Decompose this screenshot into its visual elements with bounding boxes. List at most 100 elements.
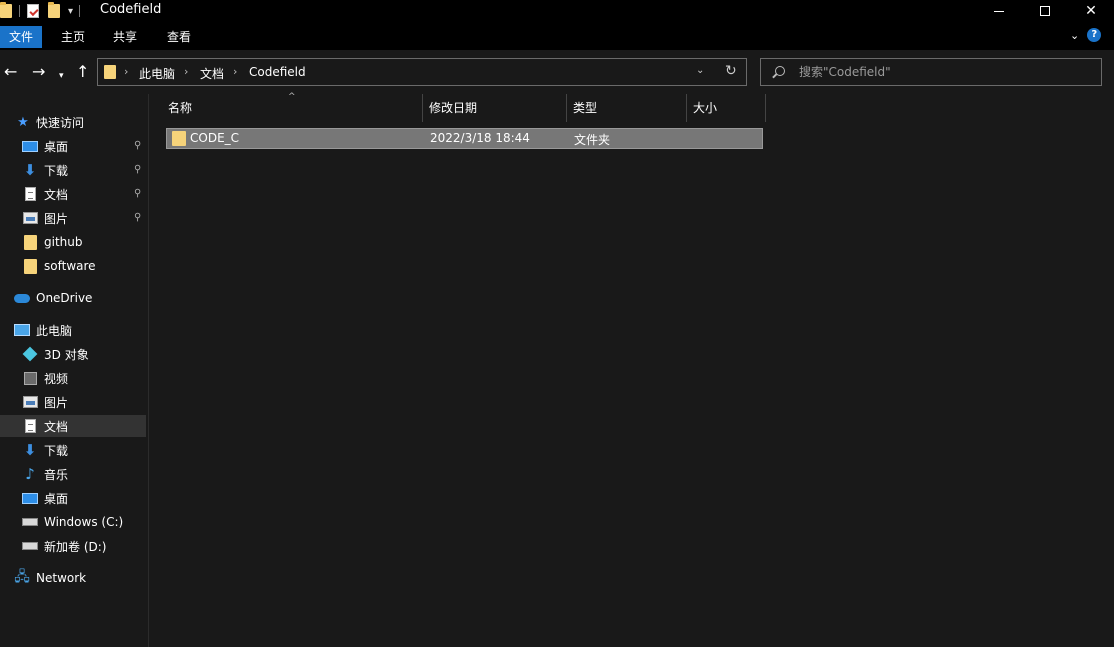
close-button[interactable]: ✕ <box>1068 0 1114 22</box>
sidebar-item-github[interactable]: github <box>0 231 146 253</box>
file-name[interactable]: CODE_C <box>190 131 239 145</box>
address-bar[interactable]: › 此电脑 › 文档 › Codefield ⌄ ↻ <box>97 58 747 86</box>
file-modified: 2022/3/18 18:44 <box>430 131 530 145</box>
title-bar: ▾ Codefield ✕ <box>0 0 1114 22</box>
toolbar-separator <box>19 5 20 17</box>
column-header-size[interactable]: 大小 <box>687 94 765 122</box>
download-icon: ⬇ <box>23 161 37 179</box>
breadcrumb-documents[interactable]: 文档 <box>200 65 224 82</box>
sidebar-item-label: 下载 <box>44 443 69 458</box>
sidebar-item-label: 3D 对象 <box>44 347 89 362</box>
sidebar-item-label: 桌面 <box>44 491 69 506</box>
tab-home[interactable]: 主页 <box>54 26 92 48</box>
document-icon <box>24 419 36 433</box>
close-icon: ✕ <box>1085 3 1097 19</box>
refresh-icon[interactable]: ↻ <box>725 63 737 79</box>
onedrive-cloud-icon <box>14 293 30 303</box>
sidebar-item-documents[interactable]: 文档 ⚲ <box>0 183 146 205</box>
sidebar-item-videos[interactable]: 视频 <box>0 367 146 389</box>
ribbon-tabs: 文件 主页 共享 查看 ⌄ ? <box>0 22 1114 50</box>
column-header-type[interactable]: 类型 <box>567 94 687 122</box>
sidebar-item-desktop[interactable]: 桌面 ⚲ <box>0 135 146 157</box>
sidebar-item-onedrive[interactable]: OneDrive <box>0 287 146 309</box>
drive-icon <box>22 542 38 550</box>
properties-icon[interactable] <box>27 4 39 18</box>
breadcrumb-separator-icon[interactable]: › <box>124 65 128 78</box>
minimize-icon <box>994 10 1004 12</box>
star-icon: ★ <box>17 114 29 130</box>
pane-divider[interactable] <box>148 94 149 647</box>
customize-toolbar-chevron-icon[interactable]: ▾ <box>68 6 73 17</box>
3d-objects-icon <box>22 346 38 362</box>
sidebar-item-documents-pc[interactable]: 文档 <box>0 415 146 437</box>
music-icon: ♪ <box>25 465 35 483</box>
desktop-icon <box>22 492 38 504</box>
pin-icon[interactable]: ⚲ <box>134 140 141 151</box>
sidebar-item-label: 音乐 <box>44 467 69 482</box>
window-title: Codefield <box>100 2 162 17</box>
column-header-name[interactable]: 名称 <box>162 94 422 122</box>
sidebar-item-label: 图片 <box>44 211 69 226</box>
file-list: ^ 名称 修改日期 类型 大小 CODE_C 2022/3/18 18:44 文… <box>150 92 1114 647</box>
new-folder-icon[interactable] <box>48 2 60 18</box>
sidebar-item-quick-access[interactable]: ★ 快速访问 <box>0 111 146 133</box>
sidebar-item-label: 文档 <box>44 419 69 434</box>
column-divider[interactable] <box>765 94 766 122</box>
tab-file[interactable]: 文件 <box>0 26 42 48</box>
sidebar-item-pictures-pc[interactable]: 图片 <box>0 391 146 413</box>
sidebar-item-network[interactable]: 🖧 Network <box>0 567 146 589</box>
pin-icon[interactable]: ⚲ <box>134 188 141 199</box>
tab-share[interactable]: 共享 <box>106 26 144 48</box>
sidebar-item-downloads-pc[interactable]: ⬇ 下载 <box>0 439 146 461</box>
sidebar-item-drive-d[interactable]: 新加卷 (D:) <box>0 535 146 557</box>
tab-view[interactable]: 查看 <box>160 26 198 48</box>
pin-icon[interactable]: ⚲ <box>134 212 141 223</box>
sidebar-item-downloads[interactable]: ⬇ 下载 ⚲ <box>0 159 146 181</box>
sidebar-item-label: 图片 <box>44 395 69 410</box>
back-arrow-icon[interactable]: ← <box>4 62 17 82</box>
sidebar-item-label: github <box>44 235 83 249</box>
breadcrumb-separator-icon[interactable]: › <box>184 65 188 78</box>
sidebar-item-windows-c[interactable]: Windows (C:) <box>0 511 146 533</box>
address-history-chevron-icon[interactable]: ⌄ <box>696 65 704 76</box>
up-arrow-icon[interactable]: ↑ <box>76 62 89 82</box>
sidebar-item-label: 下载 <box>44 163 69 178</box>
search-box[interactable] <box>760 58 1102 86</box>
sidebar-item-pictures[interactable]: 图片 ⚲ <box>0 207 146 229</box>
file-type: 文件夹 <box>574 133 611 147</box>
expand-ribbon-chevron-icon[interactable]: ⌄ <box>1070 29 1079 42</box>
download-icon: ⬇ <box>23 441 37 459</box>
table-row[interactable]: CODE_C 2022/3/18 18:44 文件夹 <box>166 128 763 149</box>
desktop-icon <box>22 140 38 152</box>
search-input[interactable] <box>799 63 1089 81</box>
windows-drive-icon <box>22 518 38 526</box>
sidebar-item-software[interactable]: software <box>0 255 146 277</box>
document-icon <box>24 187 36 201</box>
sidebar-item-music[interactable]: ♪ 音乐 <box>0 463 146 485</box>
sidebar-item-label: 桌面 <box>44 139 69 154</box>
help-icon[interactable]: ? <box>1087 28 1102 42</box>
column-header-modified[interactable]: 修改日期 <box>423 94 565 122</box>
breadcrumb-this-pc[interactable]: 此电脑 <box>139 65 175 82</box>
sidebar-item-label: Network <box>36 571 87 585</box>
sidebar-item-this-pc[interactable]: 此电脑 <box>0 319 146 341</box>
sidebar-item-label: 文档 <box>44 187 69 202</box>
maximize-button[interactable] <box>1022 0 1068 22</box>
sidebar-item-label: 快速访问 <box>36 115 85 130</box>
search-icon <box>775 66 785 76</box>
maximize-icon <box>1040 6 1050 16</box>
breadcrumb-codefield[interactable]: Codefield <box>249 65 306 79</box>
minimize-button[interactable] <box>976 0 1022 22</box>
folder-icon <box>104 65 116 79</box>
network-icon: 🖧 <box>14 569 30 585</box>
folder-icon <box>0 2 12 18</box>
sidebar-item-desktop-pc[interactable]: 桌面 <box>0 487 146 509</box>
sidebar-item-3d-objects[interactable]: 3D 对象 <box>0 343 146 365</box>
sidebar-item-label: OneDrive <box>36 291 93 305</box>
sidebar-item-label: software <box>44 259 96 273</box>
pictures-icon <box>22 396 38 408</box>
forward-arrow-icon[interactable]: → <box>32 62 45 82</box>
breadcrumb-separator-icon[interactable]: › <box>233 65 237 78</box>
pin-icon[interactable]: ⚲ <box>134 164 141 175</box>
recent-locations-chevron-icon[interactable]: ▾ <box>59 66 64 86</box>
